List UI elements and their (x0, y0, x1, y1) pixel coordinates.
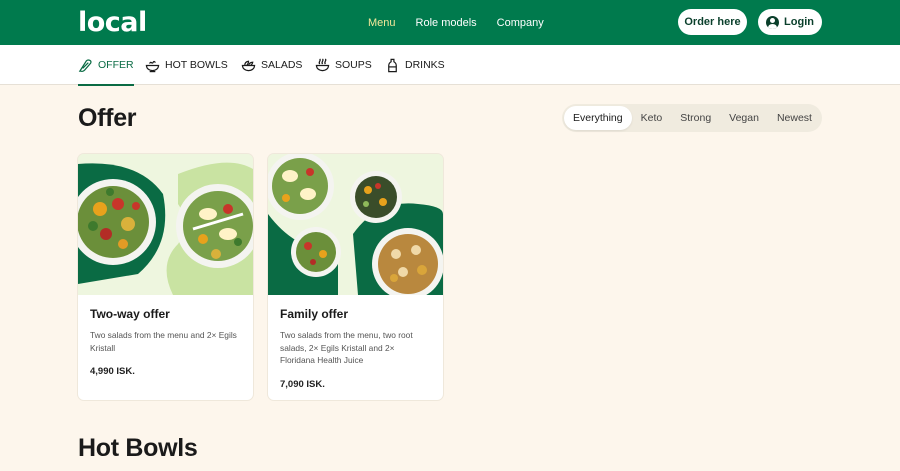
filter-keto[interactable]: Keto (632, 106, 672, 130)
brand-name: local (78, 7, 147, 38)
hot-bowls-section-title: Hot Bowls (78, 434, 198, 462)
offer-card-price: 7,090 ISK. (280, 378, 325, 390)
filter-pills: Everything Keto Strong Vegan Newest (562, 104, 822, 132)
offer-card-title: Two-way offer (90, 307, 170, 321)
category-tab-hot-bowls[interactable]: HOT BOWLS (145, 45, 228, 85)
category-label: SOUPS (335, 59, 372, 71)
category-label: OFFER (98, 59, 134, 71)
offer-card-family[interactable]: Family offer Two salads from the menu, t… (268, 154, 443, 400)
offer-card-title: Family offer (280, 307, 349, 321)
main-nav: Menu Role models Company (368, 0, 544, 45)
category-label: SALADS (261, 59, 303, 71)
login-label: Login (784, 16, 814, 28)
top-header: local Menu Role models Company Order her… (0, 0, 900, 45)
filter-newest[interactable]: Newest (768, 106, 821, 130)
category-nav: OFFER HOT BOWLS SALADS SOUPS DRINKS (0, 45, 900, 86)
nav-item-menu[interactable]: Menu (368, 17, 396, 29)
category-tab-drinks[interactable]: DRINKS (385, 45, 445, 85)
filter-everything[interactable]: Everything (564, 106, 632, 130)
filter-strong[interactable]: Strong (671, 106, 720, 130)
tag-icon (78, 58, 92, 72)
soup-icon (315, 58, 330, 71)
brand-logo[interactable]: local (78, 7, 147, 38)
login-button[interactable]: Login (758, 9, 822, 35)
offer-title: Offer (78, 104, 137, 132)
category-tab-soups[interactable]: SOUPS (315, 45, 372, 85)
category-label: DRINKS (405, 59, 445, 71)
user-icon (766, 15, 780, 29)
category-label: HOT BOWLS (165, 59, 228, 71)
offer-card-two-way[interactable]: Two-way offer Two salads from the menu a… (78, 154, 253, 400)
offer-image (78, 154, 253, 295)
category-tab-offer[interactable]: OFFER (78, 45, 134, 86)
bowl-icon (145, 60, 160, 72)
offer-card-description: Two salads from the menu, two root salad… (280, 330, 413, 365)
order-here-button[interactable]: Order here (678, 9, 747, 35)
bottle-icon (388, 58, 397, 72)
offer-card-description: Two salads from the menu and 2× Egils Kr… (90, 330, 237, 353)
offer-image (268, 154, 443, 295)
offer-card-price: 4,990 ISK. (90, 366, 135, 377)
salad-icon (241, 60, 256, 71)
nav-item-company[interactable]: Company (497, 17, 544, 29)
category-tab-salads[interactable]: SALADS (241, 45, 302, 85)
filter-vegan[interactable]: Vegan (720, 106, 768, 130)
nav-item-role-models[interactable]: Role models (416, 17, 477, 29)
